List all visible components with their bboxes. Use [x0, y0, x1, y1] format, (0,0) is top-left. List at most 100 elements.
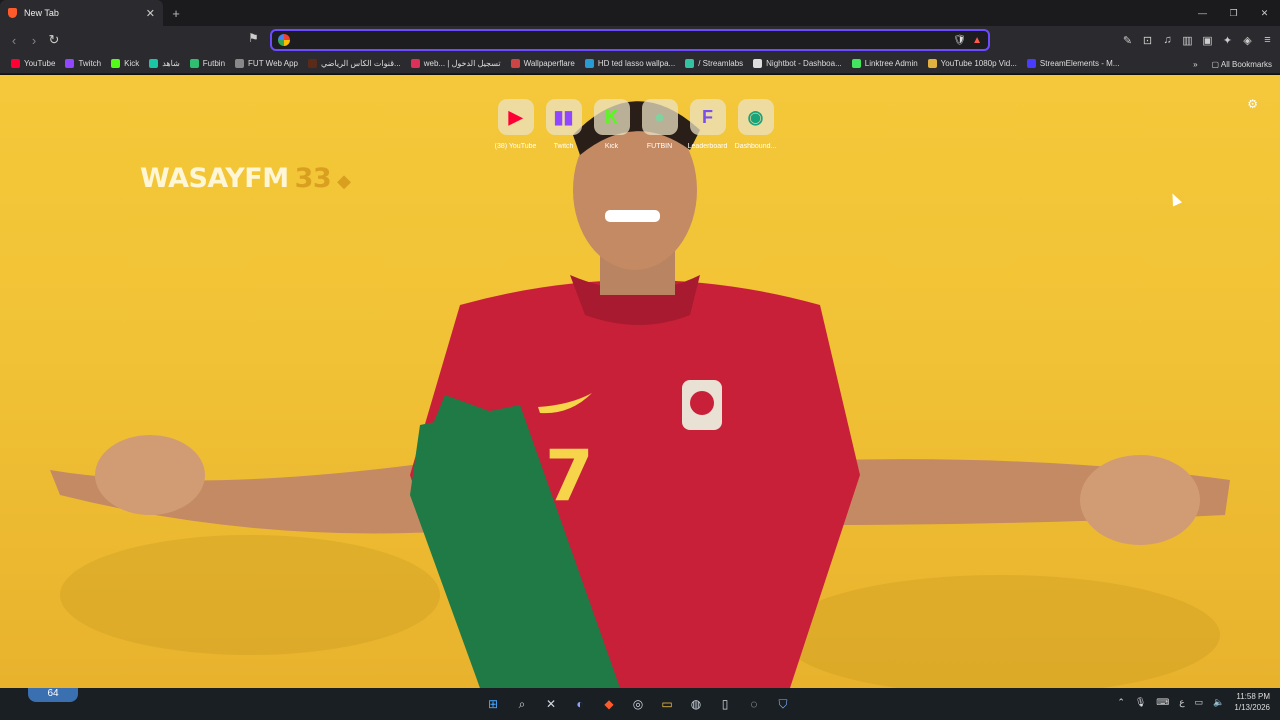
- tab-title: New Tab: [24, 8, 59, 18]
- google-icon: [278, 34, 290, 46]
- keyboard-icon[interactable]: ⌨: [1156, 697, 1169, 708]
- sidebar-icon[interactable]: ▥: [1181, 30, 1194, 50]
- back-button[interactable]: ‹: [4, 30, 24, 50]
- bookmark-page-icon[interactable]: ⚑: [248, 31, 259, 45]
- top-site-label: FUTBIN: [646, 143, 673, 150]
- bookmark-item[interactable]: شاهد: [144, 59, 185, 68]
- bookmark-favicon-icon: [584, 59, 594, 68]
- bookmark-label: قنوات الكأس الرياضي...: [320, 59, 401, 68]
- brave-taskbar-icon[interactable]: ◆: [600, 693, 618, 715]
- top-site-tile[interactable]: ◉ Dashbound...: [735, 99, 776, 150]
- top-site-icon: K: [593, 99, 630, 135]
- bookmark-label: YouTube 1080p Vid...: [940, 59, 1017, 68]
- screenshot-icon[interactable]: ⊡: [1141, 30, 1154, 50]
- top-site-tile[interactable]: ▶ (38) YouTube: [495, 99, 536, 150]
- top-site-tile[interactable]: ▮▮ Twitch: [543, 99, 584, 150]
- bookmark-favicon-icon: [753, 59, 763, 68]
- bookmark-favicon-icon: [1026, 59, 1036, 68]
- leo-ai-icon[interactable]: ✦: [1221, 30, 1234, 50]
- network-icon[interactable]: ▭: [1195, 697, 1204, 708]
- extensions-icon[interactable]: ✎: [1121, 30, 1134, 50]
- vpn-taskbar-icon[interactable]: ⛉: [774, 693, 792, 715]
- top-sites: ▶ (38) YouTube ▮▮ Twitch K Kick ● FUTBIN F Leader…: [495, 99, 776, 150]
- microphone-icon[interactable]: 🎙: [1135, 697, 1146, 708]
- bookmark-item[interactable]: web... | تسجيل الدخول: [406, 59, 506, 68]
- epic-icon[interactable]: ▯: [716, 693, 734, 715]
- bookmark-item[interactable]: YouTube: [6, 59, 60, 68]
- volume-icon[interactable]: 🔈: [1213, 697, 1224, 708]
- bookmark-label: Wallpaperflare: [523, 59, 575, 68]
- svg-text:7: 7: [545, 435, 594, 517]
- top-site-tile[interactable]: F Leaderboard: [687, 99, 728, 150]
- bookmark-favicon-icon: [189, 59, 199, 68]
- discord-icon[interactable]: ◐: [571, 693, 589, 715]
- bookmark-label: Linktree Admin: [864, 59, 918, 68]
- weather-widget[interactable]: 64: [28, 688, 78, 702]
- brave-shields-icon[interactable]: 🛡: [953, 35, 966, 46]
- tab-close-icon[interactable]: ✕: [146, 7, 155, 20]
- wallet-icon[interactable]: ▣: [1201, 30, 1214, 50]
- media-icon[interactable]: ♫: [1161, 30, 1174, 50]
- bookmark-favicon-icon: [235, 59, 245, 68]
- bookmark-item[interactable]: قنوات الكأس الرياضي...: [303, 59, 406, 68]
- minimize-button[interactable]: —: [1187, 0, 1218, 26]
- bookmark-item[interactable]: HD ted lasso wallpa...: [580, 59, 680, 68]
- top-site-icon: F: [689, 99, 726, 135]
- address-bar[interactable]: 🛡 ▲: [270, 29, 990, 51]
- obs-icon[interactable]: ◎: [629, 693, 647, 715]
- bookmark-item[interactable]: Twitch: [60, 59, 106, 68]
- brave-rewards-icon[interactable]: ▲: [972, 35, 982, 46]
- steam-icon[interactable]: ◍: [687, 693, 705, 715]
- all-bookmarks-button[interactable]: ▢ All Bookmarks: [1212, 60, 1272, 69]
- system-tray: ⌃ 🎙 ⌨ ع ▭ 🔈 11:58 PM 1/13/2026: [1117, 691, 1270, 713]
- restore-button[interactable]: ❐: [1218, 0, 1249, 26]
- bookmark-item[interactable]: Linktree Admin: [847, 59, 923, 68]
- bookmark-favicon-icon: [851, 59, 861, 68]
- clock[interactable]: 11:58 PM 1/13/2026: [1234, 691, 1270, 713]
- top-site-tile[interactable]: K Kick: [591, 99, 632, 150]
- bookmark-favicon-icon: [65, 59, 75, 68]
- bookmark-label: Futbin: [202, 59, 226, 68]
- top-site-label: Leaderboard: [687, 143, 728, 150]
- customize-gear-icon[interactable]: ⚙: [1247, 97, 1258, 111]
- toolbar: ‹ › ↻ ⚑ 🛡 ▲ ✎ ⊡ ♫ ▥ ▣ ✦ ◈ ≡: [0, 26, 1280, 54]
- bookmark-item[interactable]: Wallpaperflare: [506, 59, 580, 68]
- reload-button[interactable]: ↻: [44, 30, 64, 50]
- brand-number: 33: [294, 163, 332, 194]
- tab-new-tab[interactable]: New Tab ✕: [0, 0, 163, 26]
- bookmark-label: StreamElements - M...: [1039, 59, 1120, 68]
- top-site-label: (38) YouTube: [494, 143, 537, 150]
- capcut-icon[interactable]: ✕: [542, 693, 560, 715]
- close-window-button[interactable]: ✕: [1249, 0, 1280, 26]
- diamond-icon: ◆: [337, 171, 351, 192]
- bookmark-item[interactable]: YouTube 1080p Vid...: [923, 59, 1022, 68]
- bookmark-label: HD ted lasso wallpa...: [597, 59, 676, 68]
- address-input[interactable]: [296, 34, 948, 46]
- bookmark-favicon-icon: [307, 59, 317, 68]
- bookmark-favicon-icon: [410, 59, 420, 68]
- top-site-label: Dashbound...: [734, 143, 777, 150]
- file-explorer-icon[interactable]: ▭: [658, 693, 676, 715]
- new-tab-button[interactable]: +: [163, 0, 189, 26]
- top-site-tile[interactable]: ● FUTBIN: [639, 99, 680, 150]
- top-site-icon: ▮▮: [545, 99, 582, 135]
- chevron-up-icon[interactable]: ⌃: [1117, 697, 1125, 708]
- search-icon[interactable]: ⌕: [513, 693, 531, 715]
- bookmark-item[interactable]: Nightbot - Dashboa...: [748, 59, 847, 68]
- tab-strip: New Tab ✕ + — ❐ ✕: [0, 0, 1280, 26]
- bookmark-item[interactable]: StreamElements - M...: [1022, 59, 1125, 68]
- more-bookmarks-button[interactable]: »: [1193, 60, 1197, 69]
- bookmarks-right: » ▢ All Bookmarks: [1193, 54, 1272, 74]
- app-icon[interactable]: ◌: [745, 693, 763, 715]
- vpn-icon[interactable]: ◈: [1241, 30, 1254, 50]
- bookmark-item[interactable]: FUT Web App: [230, 59, 303, 68]
- bookmark-item[interactable]: Kick: [106, 59, 144, 68]
- start-icon[interactable]: ⊞: [484, 693, 502, 715]
- language-indicator[interactable]: ع: [1179, 697, 1184, 708]
- bookmark-label: YouTube: [24, 59, 56, 68]
- bookmark-item[interactable]: / Streamlabs: [680, 59, 748, 68]
- menu-icon[interactable]: ≡: [1261, 30, 1274, 50]
- bookmark-item[interactable]: Futbin: [185, 59, 230, 68]
- clock-date: 1/13/2026: [1234, 703, 1270, 712]
- forward-button[interactable]: ›: [24, 30, 44, 50]
